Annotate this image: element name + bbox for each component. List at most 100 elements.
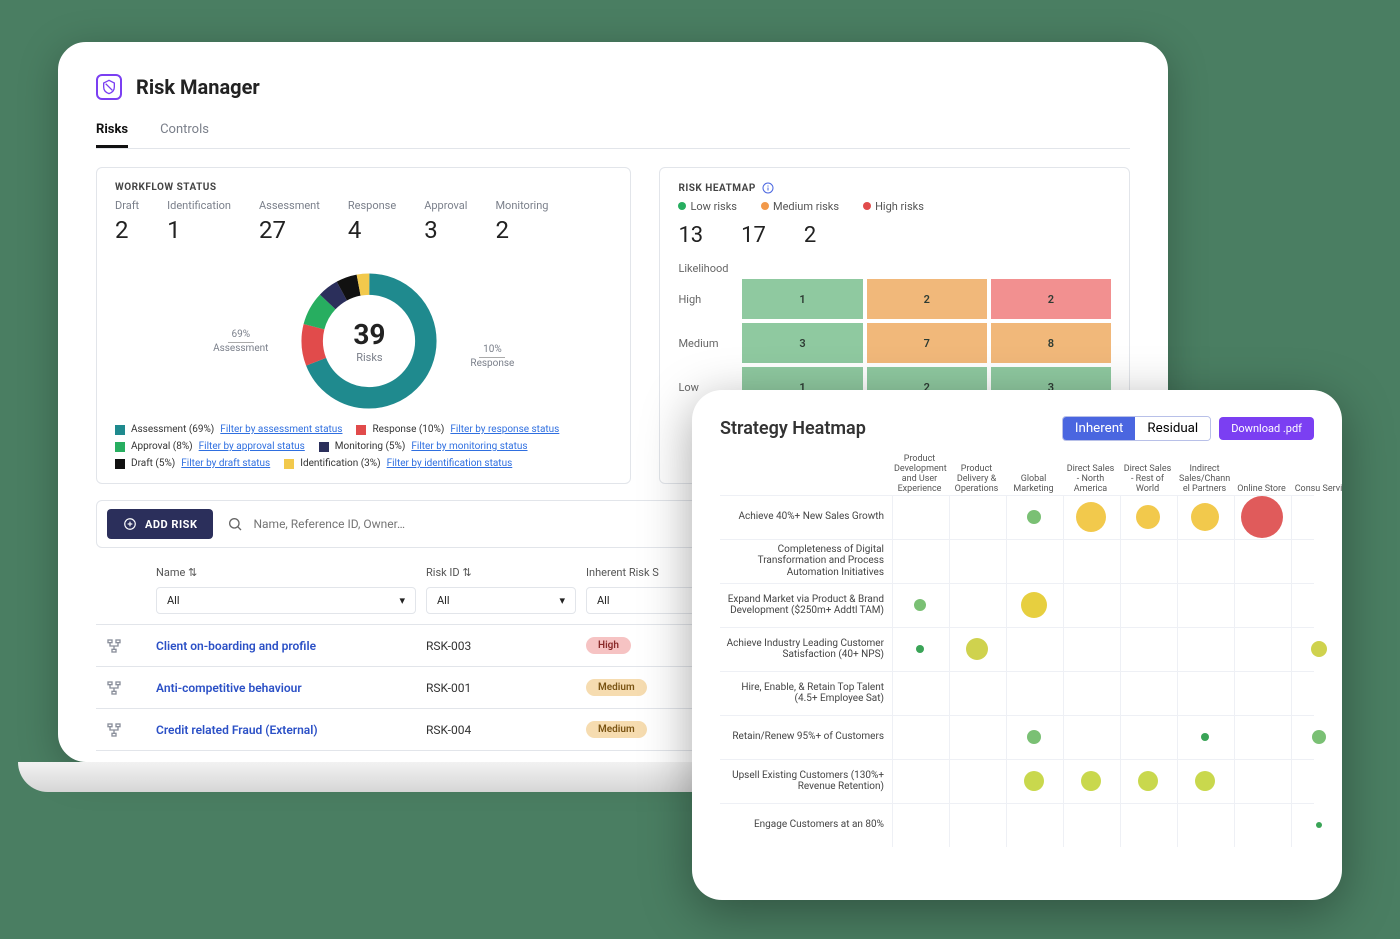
strategy-cell[interactable]: [1177, 540, 1232, 583]
strategy-cell[interactable]: [1234, 716, 1289, 759]
strategy-cell[interactable]: [892, 804, 947, 847]
download-pdf-button[interactable]: Download .pdf: [1219, 417, 1314, 440]
strategy-cell[interactable]: [1120, 628, 1175, 671]
strategy-cell[interactable]: [1291, 540, 1342, 583]
strategy-cell[interactable]: [1120, 584, 1175, 627]
strategy-cell[interactable]: [892, 672, 947, 715]
legend-item: Identification (3%) Filter by identifica…: [284, 458, 512, 469]
strategy-cell[interactable]: [1177, 584, 1232, 627]
strategy-cell[interactable]: [1234, 672, 1289, 715]
tab-controls[interactable]: Controls: [160, 114, 209, 148]
strategy-cell[interactable]: [1291, 760, 1342, 803]
strategy-cell[interactable]: [1006, 760, 1061, 803]
strategy-cell[interactable]: [1006, 672, 1061, 715]
seg-inherent[interactable]: Inherent: [1063, 417, 1136, 440]
heat-cell[interactable]: 8: [991, 323, 1111, 363]
strategy-cell[interactable]: [892, 496, 947, 539]
strategy-cell[interactable]: [1120, 540, 1175, 583]
heat-cell[interactable]: 2: [867, 279, 987, 319]
legend-filter-link[interactable]: Filter by approval status: [199, 441, 305, 452]
strategy-cell[interactable]: [1063, 804, 1118, 847]
strategy-cell[interactable]: [1177, 760, 1232, 803]
legend-filter-link[interactable]: Filter by response status: [450, 424, 559, 435]
col-risk-id[interactable]: Risk ID ⇅: [426, 566, 576, 579]
filter-name[interactable]: All▾: [156, 587, 416, 614]
strategy-cell[interactable]: [949, 496, 1004, 539]
heat-legend-item: Medium risks: [761, 200, 839, 213]
legend-filter-link[interactable]: Filter by monitoring status: [411, 441, 527, 452]
strategy-row: Hire, Enable, & Retain Top Talent (4.5+ …: [720, 671, 1314, 715]
strategy-cell[interactable]: [1177, 672, 1232, 715]
strategy-cell[interactable]: [1063, 672, 1118, 715]
strategy-cell[interactable]: [1177, 628, 1232, 671]
strategy-cell[interactable]: [949, 540, 1004, 583]
strategy-cell[interactable]: [1234, 804, 1289, 847]
col-name[interactable]: Name ⇅: [156, 566, 416, 579]
strategy-cell[interactable]: [949, 760, 1004, 803]
strategy-cell[interactable]: [1063, 496, 1118, 539]
strategy-cell[interactable]: [1120, 672, 1175, 715]
row-name: Credit related Fraud (External): [156, 723, 416, 737]
strategy-cell[interactable]: [1120, 496, 1175, 539]
strategy-cell[interactable]: [1063, 628, 1118, 671]
strategy-cell[interactable]: [1291, 672, 1342, 715]
strategy-title: Strategy Heatmap: [720, 418, 866, 439]
strategy-cell[interactable]: [1006, 716, 1061, 759]
legend-filter-link[interactable]: Filter by identification status: [387, 458, 513, 469]
strategy-cell[interactable]: [1291, 716, 1342, 759]
heat-cell[interactable]: 7: [867, 323, 987, 363]
strategy-cell[interactable]: [1177, 496, 1232, 539]
strategy-cell[interactable]: [1234, 584, 1289, 627]
strategy-cell[interactable]: [1006, 540, 1061, 583]
strategy-cell[interactable]: [1006, 496, 1061, 539]
strategy-cell[interactable]: [892, 584, 947, 627]
strategy-cell[interactable]: [892, 760, 947, 803]
heat-cell[interactable]: 1: [742, 279, 862, 319]
add-risk-label: ADD RISK: [145, 518, 197, 531]
seg-residual[interactable]: Residual: [1135, 417, 1210, 440]
strategy-cell[interactable]: [1291, 584, 1342, 627]
strategy-cell[interactable]: [1063, 760, 1118, 803]
heat-cell[interactable]: 3: [742, 323, 862, 363]
strategy-cell[interactable]: [1291, 628, 1342, 671]
strategy-row-label: Expand Market via Product & Brand Develo…: [720, 594, 890, 617]
strategy-cell[interactable]: [892, 716, 947, 759]
strategy-cell[interactable]: [1120, 804, 1175, 847]
strategy-cell[interactable]: [949, 628, 1004, 671]
heat-cell[interactable]: 2: [991, 279, 1111, 319]
strategy-cell[interactable]: [1120, 716, 1175, 759]
strategy-cell[interactable]: [1006, 628, 1061, 671]
strategy-cell[interactable]: [1006, 804, 1061, 847]
legend-filter-link[interactable]: Filter by draft status: [181, 458, 270, 469]
strategy-row: Upsell Existing Customers (130%+ Revenue…: [720, 759, 1314, 803]
strategy-cell[interactable]: [1234, 760, 1289, 803]
strategy-cell[interactable]: [1006, 584, 1061, 627]
strategy-cell[interactable]: [949, 584, 1004, 627]
strategy-cell[interactable]: [949, 672, 1004, 715]
filter-risk-id[interactable]: All▾: [426, 587, 576, 614]
bubble: [966, 638, 988, 660]
bubble: [1241, 496, 1283, 538]
strategy-cell[interactable]: [892, 628, 947, 671]
info-icon[interactable]: [762, 182, 774, 194]
strategy-cell[interactable]: [1234, 496, 1289, 539]
strategy-cell[interactable]: [949, 804, 1004, 847]
strategy-cell[interactable]: [1063, 716, 1118, 759]
add-risk-button[interactable]: ADD RISK: [107, 509, 213, 539]
heatmap-legend: Low risksMedium risksHigh risks: [678, 200, 1111, 213]
strategy-cell[interactable]: [1177, 804, 1232, 847]
strategy-cell[interactable]: [1063, 540, 1118, 583]
workflow-stage: Monitoring2: [495, 199, 548, 244]
legend-filter-link[interactable]: Filter by assessment status: [220, 424, 342, 435]
strategy-cell[interactable]: [1063, 584, 1118, 627]
strategy-cell[interactable]: [1291, 804, 1342, 847]
strategy-cell[interactable]: [949, 716, 1004, 759]
strategy-cell[interactable]: [1234, 540, 1289, 583]
strategy-cell[interactable]: [1177, 716, 1232, 759]
strategy-cell[interactable]: [892, 540, 947, 583]
strategy-row: Engage Customers at an 80%23: [720, 803, 1314, 847]
tab-risks[interactable]: Risks: [96, 114, 128, 148]
strategy-cell[interactable]: [1120, 760, 1175, 803]
strategy-cell[interactable]: [1234, 628, 1289, 671]
strategy-cell[interactable]: [1291, 496, 1342, 539]
